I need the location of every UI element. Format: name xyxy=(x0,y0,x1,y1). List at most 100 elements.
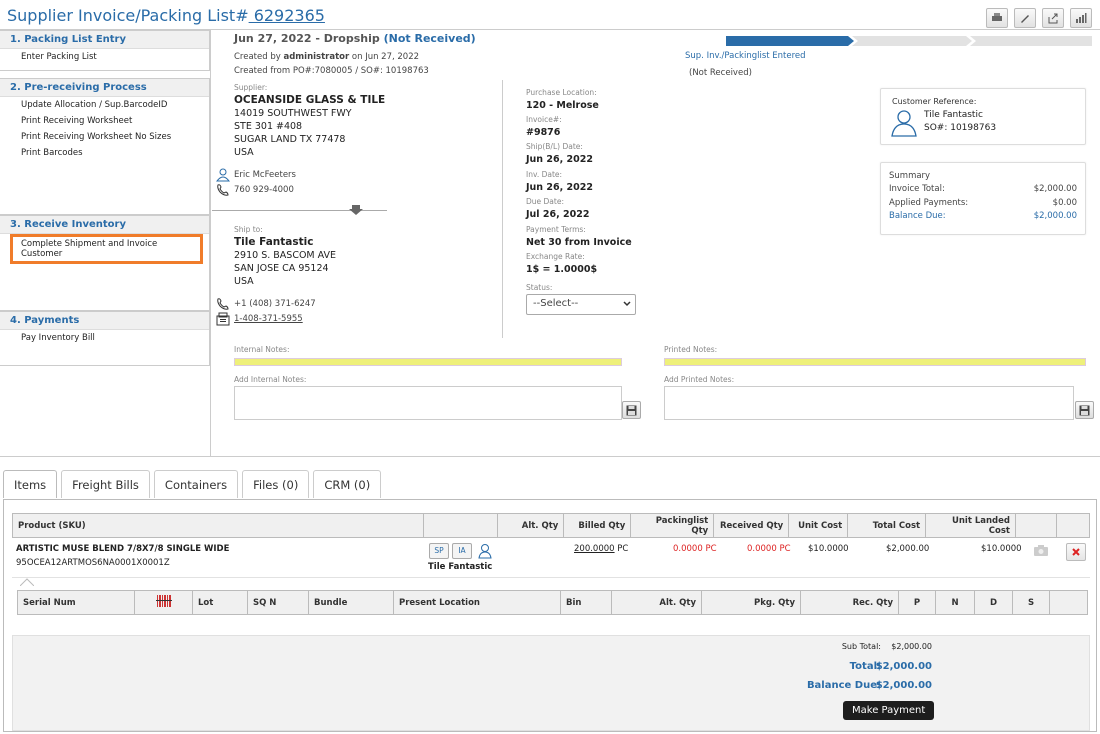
column-header[interactable]: Unit Cost xyxy=(788,513,849,538)
invoice-number-link[interactable]: 6292365 xyxy=(249,6,325,25)
shipto-address-line: SAN JOSE CA 95124 xyxy=(234,263,329,274)
tab-bar: Items Freight Bills Containers Files (0)… xyxy=(3,470,382,498)
product-name: ARTISTIC MUSE BLEND 7/8X7/8 SINGLE WIDE xyxy=(16,544,230,554)
column-header[interactable]: Alt. Qty xyxy=(611,590,702,615)
total-value: $2,000.00 xyxy=(875,661,932,672)
progress-step-status: (Not Received) xyxy=(689,68,752,78)
divider xyxy=(502,80,503,338)
serial-table: Serial Num Lot SQ N Bundle Present Locat… xyxy=(17,590,1088,615)
tab-items[interactable]: Items xyxy=(3,470,58,498)
status-label: Status: xyxy=(526,283,553,292)
column-header[interactable]: Billed Qty xyxy=(563,513,632,538)
tab-files[interactable]: Files (0) xyxy=(242,470,310,498)
barcode-icon xyxy=(155,595,172,607)
printed-notes-label: Printed Notes: xyxy=(664,345,718,354)
arrow-down-icon[interactable] xyxy=(349,205,363,215)
shipto-fax-link[interactable]: 1-408-371-5955 xyxy=(234,314,303,324)
order-date-line: Jun 27, 2022 - Dropship (Not Received) xyxy=(234,32,476,45)
status-select[interactable]: --Select-- xyxy=(526,294,636,315)
total-cost-value: $2,000.00 xyxy=(886,544,930,554)
column-header[interactable]: Total Cost xyxy=(847,513,927,538)
column-header[interactable]: Bin xyxy=(560,590,612,615)
report-button[interactable] xyxy=(1070,8,1092,28)
tab-containers[interactable]: Containers xyxy=(153,470,239,498)
chevron-down-icon xyxy=(623,301,631,307)
section-title: 1. Packing List Entry xyxy=(0,31,209,49)
section-title: 4. Payments xyxy=(0,312,209,330)
column-header-barcode[interactable] xyxy=(134,590,193,615)
column-header[interactable]: D xyxy=(974,590,1013,615)
bar-chart-icon xyxy=(1076,13,1087,23)
billed-qty-link[interactable]: 200.0000 xyxy=(574,544,615,554)
sidebar-item-print-worksheet[interactable]: Print Receiving Worksheet xyxy=(0,113,209,129)
save-internal-notes-button[interactable] xyxy=(622,401,641,419)
internal-notes-textarea[interactable] xyxy=(234,386,622,420)
phone-icon xyxy=(217,184,229,196)
payment-terms-label: Payment Terms: xyxy=(526,225,586,234)
purchase-location-value: 120 - Melrose xyxy=(526,100,599,111)
print-button[interactable] xyxy=(986,8,1008,28)
column-header[interactable]: Rec. Qty xyxy=(800,590,899,615)
make-payment-button[interactable]: Make Payment xyxy=(843,701,935,720)
divider xyxy=(0,456,1100,457)
ia-button[interactable]: IA xyxy=(452,543,472,559)
sidebar-item-print-barcodes[interactable]: Print Barcodes xyxy=(0,145,209,161)
page-title: Supplier Invoice/Packing List# 6292365 xyxy=(7,6,325,25)
camera-icon[interactable] xyxy=(1033,544,1049,556)
column-header[interactable]: S xyxy=(1012,590,1050,615)
tab-freight-bills[interactable]: Freight Bills xyxy=(61,470,150,498)
shipto-address-line: 2910 S. BASCOM AVE xyxy=(234,250,337,261)
column-header[interactable]: Packinglist Qty xyxy=(630,513,715,538)
share-icon xyxy=(1048,13,1058,24)
ship-date-value: Jun 26, 2022 xyxy=(526,154,593,165)
balance-due-label: Balance Due: xyxy=(806,680,881,691)
toolbar xyxy=(986,8,1092,28)
column-header[interactable]: Alt. Qty xyxy=(497,513,565,538)
column-header[interactable]: Received Qty xyxy=(713,513,790,538)
sidebar-item-update-allocation[interactable]: Update Allocation / Sup.BarcodeID xyxy=(0,97,209,113)
column-header[interactable]: P xyxy=(898,590,936,615)
internal-notes-display xyxy=(234,358,622,366)
due-date-label: Due Date: xyxy=(526,197,564,206)
supplier-phone: 760 929-4000 xyxy=(234,185,294,195)
summary-title: Summary xyxy=(889,171,931,181)
tab-crm[interactable]: CRM (0) xyxy=(313,470,382,498)
payment-terms-value: Net 30 from Invoice xyxy=(526,237,632,248)
created-by-line: Created by administrator on Jun 27, 2022 xyxy=(234,52,420,62)
column-header[interactable]: Present Location xyxy=(393,590,561,615)
column-header[interactable]: N xyxy=(935,590,975,615)
supplier-label: Supplier: xyxy=(234,83,268,92)
exchange-rate-label: Exchange Rate: xyxy=(526,252,585,261)
column-header[interactable]: Lot xyxy=(192,590,248,615)
sidebar-item-pay-inventory-bill[interactable]: Pay Inventory Bill xyxy=(0,330,209,346)
printed-notes-textarea[interactable] xyxy=(664,386,1074,420)
sp-button[interactable]: SP xyxy=(429,543,449,559)
column-header[interactable]: Product (SKU) xyxy=(11,513,425,538)
column-header[interactable]: SQ N xyxy=(247,590,309,615)
invoice-total-value: $2,000.00 xyxy=(1033,184,1077,194)
invoice-total-label: Invoice Total: xyxy=(889,184,945,194)
balance-due-value: $2,000.00 xyxy=(1033,211,1077,221)
column-header[interactable]: Pkg. Qty xyxy=(701,590,801,615)
save-printed-notes-button[interactable] xyxy=(1075,401,1094,419)
delete-item-button[interactable] xyxy=(1066,543,1086,561)
customer-so-number: SO#: 10198763 xyxy=(924,123,997,133)
sidebar-item-enter-packing-list[interactable]: Enter Packing List xyxy=(0,49,209,65)
applied-payments-value: $0.00 xyxy=(1052,198,1077,208)
purchase-location-label: Purchase Location: xyxy=(526,88,597,97)
edit-button[interactable] xyxy=(1014,8,1036,28)
column-header[interactable]: Unit Landed Cost xyxy=(925,513,1016,538)
supplier-contact: Eric McFeeters xyxy=(234,170,296,180)
sidebar-item-print-worksheet-no-sizes[interactable]: Print Receiving Worksheet No Sizes xyxy=(0,129,209,145)
created-from-line: Created from PO#:7080005 / SO#: 10198763 xyxy=(234,66,429,76)
person-icon[interactable] xyxy=(478,543,492,559)
export-button[interactable] xyxy=(1042,8,1064,28)
sidebar-item-complete-shipment[interactable]: Complete Shipment and Invoice Customer xyxy=(10,234,203,264)
shipto-phone: +1 (408) 371-6247 xyxy=(234,299,316,309)
balance-due-value: $2,000.00 xyxy=(875,680,932,691)
items-table: Product (SKU) Alt. Qty Billed Qty Packin… xyxy=(11,513,1091,538)
table-header-row: Serial Num Lot SQ N Bundle Present Locat… xyxy=(17,590,1088,615)
column-header[interactable]: Serial Num xyxy=(17,590,135,615)
column-header[interactable]: Bundle xyxy=(308,590,394,615)
fax-icon xyxy=(216,312,230,326)
